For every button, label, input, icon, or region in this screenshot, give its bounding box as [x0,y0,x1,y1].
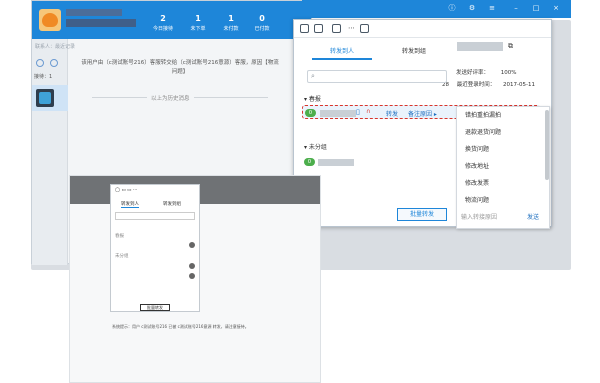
right-window-titlebar: ⓘ ⚙ ≡ – □ × [302,0,571,18]
info-icon[interactable]: ⓘ [448,4,456,12]
user-icon[interactable] [360,24,369,33]
mini-group-spring: 春报 [115,234,124,239]
reason-menu: 错拍重拍漏拍 退款退货问题 换货问题 修改地址 修改发票 物流问题 输入转接原因… [456,106,550,229]
mini-tab-group[interactable]: 转发到组 [163,201,181,207]
online-badge-2: 0 [304,158,315,166]
copy-icon[interactable]: ⧉ [508,42,513,51]
reason-item[interactable]: 物流问题 [457,192,541,209]
history-label: 以上为历史消息 [147,94,194,102]
transfer-tabs: 转发到人 转发到组 [302,46,448,60]
contact-name-redacted [320,110,356,117]
phone-icon: ▯ [356,108,360,116]
popup-search-input[interactable]: ⌕ [307,70,447,83]
chat-bubble-icon[interactable] [300,24,309,33]
send-button[interactable]: 发送 [527,212,539,221]
transfer-popup: ⋯ ⧉ 发送好评率： 100% 28 最近登录时间： 2017-05-11 转发… [293,19,552,229]
category-label: 接待：1 [34,74,53,80]
avatar[interactable] [39,9,61,31]
contact-avatar-icon [36,89,54,107]
mini-footer-text: 系统提示：用户 c测试账号216 已被 c测试账号216意源 转发，请注意接待。 [112,324,249,329]
account-info-redacted [66,19,136,27]
contact-search-input[interactable]: 联系人：最近记录 [35,43,107,53]
mini-batch-button[interactable]: 批量转发 [140,304,170,311]
reason-item[interactable]: 修改发票 [457,175,541,192]
account-name-redacted [66,9,122,16]
contact-name-redacted-2 [318,159,354,166]
last-login: 28 最近登录时间： 2017-05-11 [442,82,535,88]
menu-scrollbar[interactable] [545,110,549,180]
mini-tab-person[interactable]: 转发到人 [121,201,139,208]
reason-input[interactable]: 输入转接原因 [461,212,497,221]
reason-item[interactable]: 错拍重拍漏拍 [457,107,541,124]
chat-system-message: 该用户由（c测试账号216）客服转交给（c测试账号216意源）客服，原因【物流问… [81,60,279,75]
video-icon[interactable] [332,24,341,33]
group-spring[interactable]: ▾ 春报 [304,94,321,103]
search-icon: ⌕ [311,72,315,80]
batch-forward-button[interactable]: 批量转发 [397,208,447,221]
mini-transfer-popup: ◯ ▭ ▭ ⋯ 转发到人 转发到组 春报 未分组 批量转发 [110,184,200,312]
mini-status-dot [189,263,195,269]
popup-toolbar: ⋯ [294,20,551,38]
tab-forward-person[interactable]: 转发到人 [312,46,372,60]
mini-toolbar-icons: ◯ ▭ ▭ ⋯ [115,188,138,193]
history-tab-icon[interactable] [50,59,58,67]
forward-button[interactable]: 转发 [386,109,398,118]
stat-today: 2 今日接待 [152,14,173,32]
tab-forward-group[interactable]: 转发到组 [384,46,444,58]
settings-icon[interactable]: ⚙ [468,4,476,12]
link-icon: ∩ [366,108,371,115]
stat-unpaid: 1 未付款 [223,14,239,32]
redacted-name [457,42,503,51]
menu-icon[interactable]: ≡ [488,4,496,12]
stat-paid: 0 已付款 [254,14,270,32]
reason-item[interactable]: 换货问题 [457,141,541,158]
contacts-tab-icon[interactable] [36,59,44,67]
maximize-icon[interactable]: □ [532,4,540,12]
mini-status-dot [189,242,195,248]
reason-item[interactable]: 修改地址 [457,158,541,175]
mini-group-unassigned: 未分组 [115,254,129,259]
good-rate: 发送好评率： 100% [456,70,517,76]
mini-search-input[interactable] [115,212,195,220]
image-icon[interactable] [314,24,323,33]
stat-unordered: 1 未下单 [190,14,206,32]
workbench-header: 2 今日接待 1 未下单 1 未付款 0 已付款 [32,1,311,39]
secondary-screenshot: ◯ ▭ ▭ ⋯ 转发到人 转发到组 春报 未分组 批量转发 系统提示：用户 c测… [69,175,321,383]
mini-status-dot [189,273,195,279]
close-icon[interactable]: × [552,4,560,12]
reason-item[interactable]: 退款退货问题 [457,124,541,141]
more-icon[interactable]: ⋯ [348,24,355,32]
online-badge: 0 [305,109,316,117]
group-unassigned[interactable]: ▾ 未分组 [304,142,327,151]
minimize-icon[interactable]: – [512,4,520,12]
cat-avatar-icon [42,13,58,27]
note-reason-button[interactable]: 备注原因 ▸ [408,109,437,118]
